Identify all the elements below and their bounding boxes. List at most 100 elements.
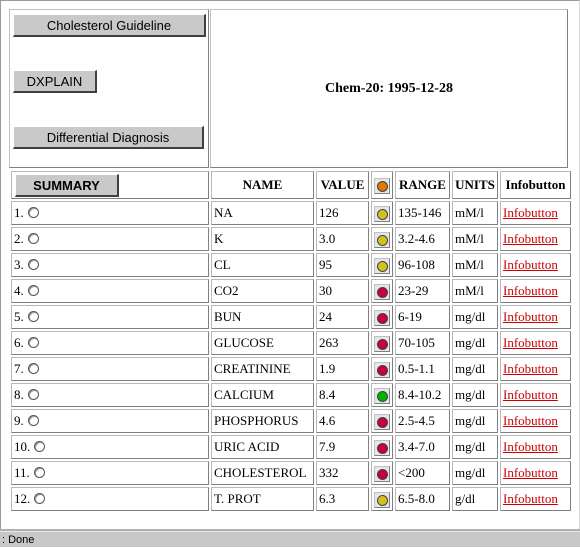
test-name: NA (211, 201, 314, 225)
test-name: BUN (211, 305, 314, 329)
table-row: 1. NA 126 135-146 mM/l Infobutton (11, 201, 571, 225)
row-select-cell: 9. (11, 409, 209, 433)
row-radio[interactable] (27, 337, 39, 348)
summary-cell: SUMMARY (11, 171, 209, 199)
infobutton-cell: Infobutton (500, 227, 571, 251)
status-cell (371, 435, 393, 459)
test-range: 3.2-4.6 (395, 227, 450, 251)
row-radio[interactable] (33, 467, 45, 478)
status-dot-icon (376, 417, 388, 429)
test-units: mg/dl (452, 305, 498, 329)
status-dot-icon (376, 443, 388, 455)
test-name: GLUCOSE (211, 331, 314, 355)
infobutton-link[interactable]: Infobutton (503, 257, 558, 272)
test-range: 0.5-1.1 (395, 357, 450, 381)
row-select-cell: 3. (11, 253, 209, 277)
results-body: 1. NA 126 135-146 mM/l Infobutton 2. K 3… (11, 201, 571, 511)
status-indicator (374, 465, 390, 482)
differential-diagnosis-button[interactable]: Differential Diagnosis (13, 126, 204, 149)
test-range: <200 (395, 461, 450, 485)
row-radio[interactable] (27, 311, 39, 322)
infobutton-link[interactable]: Infobutton (503, 283, 558, 298)
infobutton-link[interactable]: Infobutton (503, 413, 558, 428)
table-row: 4. CO2 30 23-29 mM/l Infobutton (11, 279, 571, 303)
infobutton-cell: Infobutton (500, 435, 571, 459)
test-name: CHOLESTEROL (211, 461, 314, 485)
row-radio[interactable] (34, 441, 46, 452)
cholesterol-guideline-button[interactable]: Cholesterol Guideline (13, 14, 206, 37)
test-value: 24 (316, 305, 369, 329)
dxplain-button[interactable]: DXPLAIN (13, 70, 97, 93)
test-units: mM/l (452, 201, 498, 225)
test-range: 6-19 (395, 305, 450, 329)
status-cell (371, 253, 393, 277)
infobutton-cell: Infobutton (500, 409, 571, 433)
test-value: 4.6 (316, 409, 369, 433)
row-radio[interactable] (27, 363, 39, 374)
infobutton-link[interactable]: Infobutton (503, 491, 558, 506)
test-name: CO2 (211, 279, 314, 303)
test-range: 23-29 (395, 279, 450, 303)
table-row: 2. K 3.0 3.2-4.6 mM/l Infobutton (11, 227, 571, 251)
status-cell (371, 201, 393, 225)
infobutton-link[interactable]: Infobutton (503, 309, 558, 324)
status-dot-icon (376, 365, 388, 377)
status-cell (371, 227, 393, 251)
status-indicator (374, 231, 390, 248)
row-radio[interactable] (27, 233, 39, 244)
column-header-status (371, 171, 393, 199)
test-value: 263 (316, 331, 369, 355)
test-units: mg/dl (452, 461, 498, 485)
row-select-cell: 7. (11, 357, 209, 381)
status-cell (371, 487, 393, 511)
test-units: mM/l (452, 227, 498, 251)
test-range: 70-105 (395, 331, 450, 355)
status-cell (371, 383, 393, 407)
row-select-cell: 12. (11, 487, 209, 511)
status-cell (371, 331, 393, 355)
test-units: mg/dl (452, 435, 498, 459)
test-range: 6.5-8.0 (395, 487, 450, 511)
status-legend-icon (374, 177, 390, 194)
row-number: 2. (14, 231, 24, 246)
test-value: 1.9 (316, 357, 369, 381)
infobutton-link[interactable]: Infobutton (503, 231, 558, 246)
infobutton-cell: Infobutton (500, 305, 571, 329)
status-cell (371, 279, 393, 303)
status-dot-icon (376, 235, 388, 247)
infobutton-cell: Infobutton (500, 461, 571, 485)
test-units: mg/dl (452, 331, 498, 355)
test-range: 135-146 (395, 201, 450, 225)
status-dot-icon (376, 313, 388, 325)
infobutton-link[interactable]: Infobutton (503, 465, 558, 480)
column-header-units: UNITS (452, 171, 498, 199)
infobutton-link[interactable]: Infobutton (503, 335, 558, 350)
row-radio[interactable] (34, 493, 46, 504)
infobutton-link[interactable]: Infobutton (503, 387, 558, 402)
infobutton-cell: Infobutton (500, 383, 571, 407)
row-select-cell: 1. (11, 201, 209, 225)
row-number: 6. (14, 335, 24, 350)
row-radio[interactable] (27, 207, 39, 218)
test-value: 8.4 (316, 383, 369, 407)
test-range: 3.4-7.0 (395, 435, 450, 459)
row-radio[interactable] (27, 415, 39, 426)
infobutton-link[interactable]: Infobutton (503, 361, 558, 376)
infobutton-link[interactable]: Infobutton (503, 205, 558, 220)
status-dot-icon (376, 495, 388, 507)
page-title: Chem-20: 1995-12-28 (325, 80, 453, 96)
table-row: 6. GLUCOSE 263 70-105 mg/dl Infobutton (11, 331, 571, 355)
row-radio[interactable] (27, 389, 39, 400)
table-row: 8. CALCIUM 8.4 8.4-10.2 mg/dl Infobutton (11, 383, 571, 407)
status-indicator (374, 439, 390, 456)
test-name: CALCIUM (211, 383, 314, 407)
summary-button[interactable]: SUMMARY (15, 174, 119, 197)
row-radio[interactable] (27, 285, 39, 296)
row-select-cell: 2. (11, 227, 209, 251)
row-number: 5. (14, 309, 24, 324)
infobutton-link[interactable]: Infobutton (503, 439, 558, 454)
row-radio[interactable] (27, 259, 39, 270)
test-value: 6.3 (316, 487, 369, 511)
row-select-cell: 6. (11, 331, 209, 355)
table-row: 11. CHOLESTEROL 332 <200 mg/dl Infobutto… (11, 461, 571, 485)
